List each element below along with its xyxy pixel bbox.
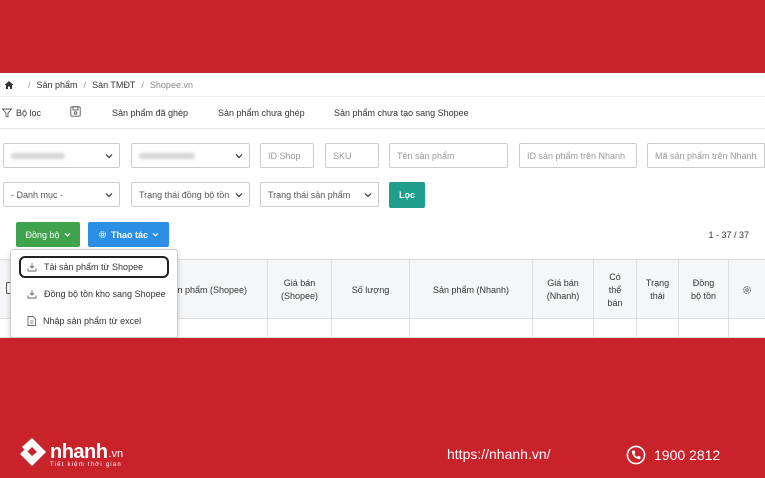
nhanh-product-id-input[interactable]: ID sản phẩm trên Nhanh (519, 143, 637, 168)
col-price-nhanh: Giá bán (Nhanh) (532, 260, 593, 320)
col-quantity: Số lượng (331, 260, 409, 320)
chevron-down-icon (105, 154, 113, 159)
filter-icon (2, 108, 12, 118)
chevron-down-icon (235, 193, 243, 198)
menu-item-download-from-shopee[interactable]: Tải sản phẩm từ Shopee (19, 256, 169, 278)
table-cell (728, 319, 765, 338)
tab-matched-products[interactable]: Sản phẩm đã ghép (112, 108, 188, 118)
footer-banner: nhanh .vn Tiết kiệm thời gian https://nh… (0, 338, 765, 478)
chevron-down-icon (152, 232, 159, 237)
chevron-down-icon (235, 154, 243, 159)
sku-input[interactable]: SKU (325, 143, 379, 168)
col-sellable: Có thể bán (593, 260, 636, 320)
hotline: 1900 2812 (626, 445, 720, 465)
breadcrumb-separator: / (141, 79, 144, 90)
product-status-select[interactable]: Trạng thái sản phẩm (260, 182, 379, 207)
brand-suffix: .vn (108, 448, 124, 460)
tab-unmatched-products[interactable]: Sản phẩm chưa ghép (218, 108, 305, 118)
actions-dropdown-button[interactable]: Thao tác (88, 222, 169, 247)
product-name-input[interactable]: Tên sản phẩm (389, 143, 508, 168)
save-icon (70, 106, 81, 117)
chevron-down-icon (105, 193, 113, 198)
chevron-down-icon (63, 232, 71, 237)
sync-dropdown-button[interactable]: Đồng bộ (16, 222, 80, 247)
sync-button-label: Đồng bộ (25, 229, 60, 240)
filter-button[interactable]: Lọc (389, 182, 425, 208)
shop-account-select[interactable] (3, 143, 120, 168)
brand-tagline: Tiết kiệm thời gian (50, 462, 122, 468)
tab-filter[interactable]: Bộ lọc (2, 108, 41, 118)
tab-not-created-products[interactable]: Sản phẩm chưa tạo sang Shopee (334, 108, 469, 118)
table-cell (678, 319, 728, 338)
blurred-value (11, 152, 65, 159)
shop-id-input[interactable]: ID Shop (260, 143, 314, 168)
breadcrumb-separator: / (28, 79, 31, 90)
stock-sync-status-value: Trạng thái đồng bộ tồn (139, 189, 230, 200)
gear-icon (99, 231, 106, 238)
phone-icon (626, 445, 646, 465)
website-url[interactable]: https://nhanh.vn/ (447, 446, 551, 462)
category-select[interactable]: - Danh mục - (3, 182, 120, 207)
table-cell (267, 319, 331, 338)
chevron-down-icon (364, 193, 372, 198)
sync-icon (27, 290, 37, 299)
breadcrumb-item-ecommerce[interactable]: Sàn TMĐT (92, 80, 135, 90)
product-status-value: Trạng thái sản phẩm (268, 189, 351, 200)
menu-item-label: Tải sản phẩm từ Shopee (44, 262, 144, 272)
table-cell (636, 319, 678, 338)
blurred-value (139, 152, 195, 159)
col-status: Trạng thái (636, 260, 678, 320)
col-stock-sync: Đồng bộ tồn (678, 260, 728, 320)
breadcrumb-separator: / (83, 79, 87, 90)
breadcrumb-item-shopee: Shopee.vn (149, 79, 193, 90)
menu-item-label: Nhập sản phẩm từ excel (43, 316, 142, 326)
home-icon[interactable] (4, 80, 14, 90)
actions-button-label: Thao tác (110, 229, 148, 240)
table-cell (331, 319, 409, 338)
col-product-nhanh: Sản phẩm (Nhanh) (409, 260, 532, 320)
app-screenshot: / Sản phẩm / Sàn TMĐT / Shopee.vn Bộ lọc… (0, 73, 765, 338)
breadcrumb-item-products[interactable]: Sản phẩm (37, 80, 78, 90)
col-price-shopee: Giá bán (Shopee) (267, 260, 331, 320)
breadcrumb: / Sản phẩm / Sàn TMĐT / Shopee.vn (0, 73, 765, 97)
brand-name: nhanh (50, 440, 108, 463)
gear-icon[interactable] (742, 285, 752, 295)
tab-saved-filter[interactable] (70, 106, 81, 119)
sync-dropdown-menu: Tải sản phẩm từ Shopee Đồng bộ tồn kho s… (10, 249, 178, 338)
tab-bar: Bộ lọc Sản phẩm đã ghép Sản phẩm chưa gh… (0, 99, 765, 129)
download-icon (27, 263, 37, 272)
col-settings[interactable] (728, 260, 765, 320)
nhanh-product-code-input[interactable]: Mã sản phẩm trên Nhanh (647, 143, 765, 168)
file-icon (27, 316, 36, 326)
shop-store-select[interactable] (131, 143, 250, 168)
table-cell (532, 319, 593, 338)
menu-item-import-from-excel[interactable]: Nhập sản phẩm từ excel (11, 310, 177, 332)
tab-filter-label: Bộ lọc (16, 108, 42, 118)
category-select-value: - Danh mục - (11, 189, 64, 200)
nhanh-logo-icon (20, 438, 46, 466)
table-cell (409, 319, 532, 338)
table-cell (593, 319, 636, 338)
hotline-number: 1900 2812 (654, 447, 721, 463)
stock-sync-status-select[interactable]: Trạng thái đồng bộ tồn (131, 182, 250, 207)
menu-item-sync-stock-to-shopee[interactable]: Đồng bộ tồn kho sang Shopee (11, 283, 177, 305)
menu-item-label: Đồng bộ tồn kho sang Shopee (44, 289, 166, 299)
pagination-info: 1 - 37 / 37 (708, 230, 749, 240)
